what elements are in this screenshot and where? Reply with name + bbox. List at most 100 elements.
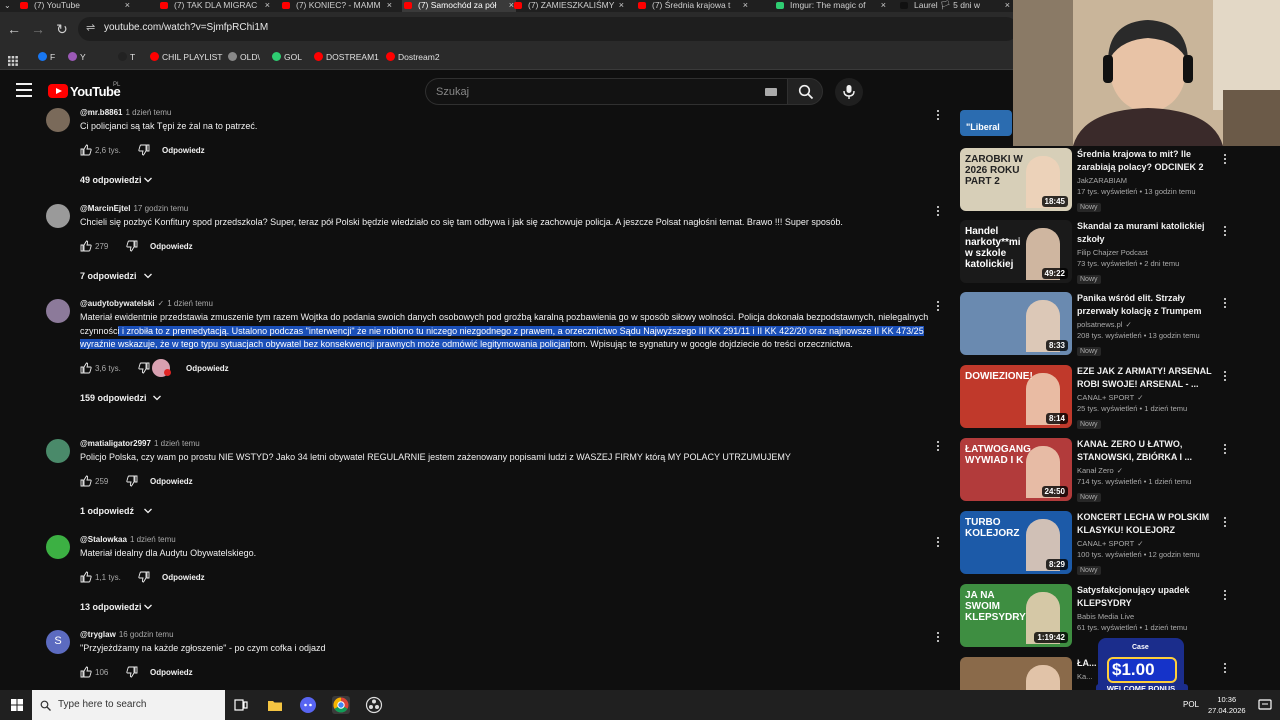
comment-time[interactable]: 1 dzień temu — [130, 535, 176, 544]
apps-grid-icon[interactable] — [8, 53, 18, 66]
related-video-card[interactable]: ŁATWOGANG WYWIAD I K 24:50 KANAŁ ZERO U ŁA… — [958, 438, 1228, 504]
more-options-icon[interactable] — [1222, 515, 1228, 529]
youtube-logo-icon[interactable] — [48, 84, 68, 98]
video-channel[interactable]: CANAL+ SPORT ✓ — [1077, 393, 1217, 402]
search-button[interactable] — [787, 78, 823, 105]
related-video-card[interactable]: DOWIEZIONE! 8:14 EZE JAK Z ARMATY! ARSENAL… — [958, 365, 1228, 431]
close-tab-icon[interactable]: × — [125, 0, 130, 11]
video-thumbnail[interactable]: TURBO KOLEJORZ 8:29 — [960, 511, 1072, 574]
video-title[interactable]: Skandal za murami katolickiej szkoły — [1077, 220, 1217, 246]
close-tab-icon[interactable]: × — [743, 0, 748, 11]
keyboard-icon[interactable] — [765, 88, 777, 96]
video-channel[interactable]: Babis Media Live — [1077, 612, 1217, 621]
bookmark-item[interactable]: GOL — [272, 52, 302, 62]
comment-author[interactable]: @tryglaw — [80, 630, 116, 639]
video-channel[interactable]: Kanał Zero ✓ — [1077, 466, 1217, 475]
dislike-icon[interactable] — [126, 475, 138, 487]
video-title[interactable]: Satysfakcjonujący upadek KLEPSYDRY — [1077, 584, 1217, 610]
reply-button[interactable]: Odpowiedz — [150, 477, 193, 486]
video-title[interactable]: KANAŁ ZERO U ŁATWO, STANOWSKI, ZBIÓRKA I… — [1077, 438, 1217, 464]
comment-author[interactable]: @mr.b8861 — [80, 108, 123, 117]
avatar[interactable] — [46, 535, 70, 559]
comment-author[interactable]: @MarcinEjtel — [80, 204, 130, 213]
close-tab-icon[interactable]: × — [387, 0, 392, 11]
bookmark-item[interactable]: OLD\ — [228, 52, 260, 62]
close-tab-icon[interactable]: × — [881, 0, 886, 11]
search-box[interactable] — [425, 78, 787, 105]
video-thumbnail[interactable]: ŁATWOGANG WYWIAD I K 24:50 — [960, 438, 1072, 501]
view-replies-button[interactable]: 159 odpowiedzi — [80, 393, 935, 405]
sidebar-chip[interactable]: "Liberal — [960, 110, 1012, 136]
more-options-icon[interactable] — [935, 299, 941, 313]
like-icon[interactable] — [80, 362, 92, 374]
more-options-icon[interactable] — [1222, 369, 1228, 383]
video-thumbnail[interactable]: 8:33 — [960, 292, 1072, 355]
close-tab-icon[interactable]: × — [619, 0, 624, 11]
back-icon[interactable]: ← — [4, 19, 24, 39]
video-channel[interactable]: Filip Chajzer Podcast — [1077, 248, 1217, 257]
reply-button[interactable]: Odpowiedz — [162, 573, 205, 582]
voice-search-button[interactable] — [835, 78, 863, 106]
like-icon[interactable] — [80, 144, 92, 156]
bookmark-item[interactable]: Dostream2 — [386, 52, 440, 62]
task-view-icon[interactable] — [232, 696, 250, 714]
comment-author[interactable]: @audytobywatelski — [80, 299, 155, 308]
bookmark-item[interactable]: T — [118, 52, 135, 62]
more-options-icon[interactable] — [1222, 661, 1228, 675]
address-bar[interactable]: ⇌ youtube.com/watch?v=SjmfpRChi1M — [78, 17, 1018, 41]
more-options-icon[interactable] — [935, 108, 941, 122]
language-indicator[interactable]: POL — [1183, 700, 1199, 709]
dislike-icon[interactable] — [138, 144, 150, 156]
comment-time[interactable]: 1 dzień temu — [126, 108, 172, 117]
chrome-icon[interactable] — [332, 696, 350, 714]
browser-tab[interactable]: (7) KONIEC? - MAMM × — [280, 0, 394, 12]
dislike-icon[interactable] — [126, 666, 138, 678]
bookmark-item[interactable]: Y — [68, 52, 86, 62]
related-video-card[interactable]: TURBO KOLEJORZ 8:29 KONCERT LECHA W POLSKI… — [958, 511, 1228, 577]
reload-icon[interactable]: ↻ — [52, 19, 72, 39]
comment-time[interactable]: 1 dzień temu — [167, 299, 213, 308]
view-replies-button[interactable]: 49 odpowiedzi — [80, 175, 935, 187]
browser-tab[interactable]: (7) TAK DLA MIGRAC × — [158, 0, 272, 12]
like-icon[interactable] — [80, 571, 92, 583]
video-channel[interactable]: CANAL+ SPORT ✓ — [1077, 539, 1217, 548]
site-info-icon[interactable]: ⇌ — [86, 21, 95, 34]
more-options-icon[interactable] — [1222, 442, 1228, 456]
like-icon[interactable] — [80, 240, 92, 252]
more-options-icon[interactable] — [935, 535, 941, 549]
video-thumbnail[interactable]: DOWIEZIONE! 8:14 — [960, 365, 1072, 428]
avatar[interactable] — [46, 439, 70, 463]
taskbar-search[interactable]: Type here to search — [32, 690, 225, 720]
bookmark-item[interactable]: F — [38, 52, 55, 62]
video-title[interactable]: Średnia krajowa to mit? Ile zarabiają po… — [1077, 148, 1217, 174]
dislike-icon[interactable] — [126, 240, 138, 252]
related-video-card[interactable]: Handel narkoty**mi w szkole katolickiej 4… — [958, 220, 1228, 286]
video-thumbnail[interactable]: ZAROBKI W 2026 ROKU PART 2 18:45 — [960, 148, 1072, 211]
comment-author[interactable]: @Stalowkaa — [80, 535, 127, 544]
comment-time[interactable]: 16 godzin temu — [119, 630, 174, 639]
like-icon[interactable] — [80, 666, 92, 678]
view-replies-button[interactable]: 1 odpowiedź — [80, 506, 935, 518]
video-title[interactable]: KONCERT LECHA W POLSKIM KLASYKU! KOLEJOR… — [1077, 511, 1217, 537]
avatar[interactable] — [46, 108, 70, 132]
bookmark-item[interactable]: CHIL PLAYLIST — [150, 52, 222, 62]
avatar[interactable] — [46, 204, 70, 228]
video-title[interactable]: Panika wśród elit. Strzały przerwały kol… — [1077, 292, 1217, 318]
dislike-icon[interactable] — [138, 362, 150, 374]
obs-icon[interactable] — [365, 696, 383, 714]
more-options-icon[interactable] — [935, 630, 941, 644]
video-thumbnail[interactable]: Handel narkoty**mi w szkole katolickiej 4… — [960, 220, 1072, 283]
view-replies-button[interactable]: 13 odpowiedzi — [80, 602, 935, 614]
browser-tab[interactable]: Laurel 🏳 5 dni w × — [898, 0, 1012, 12]
comment-time[interactable]: 17 godzin temu — [133, 204, 188, 213]
more-options-icon[interactable] — [1222, 224, 1228, 238]
view-replies-button[interactable]: 7 odpowiedzi — [80, 271, 935, 283]
forward-icon[interactable]: → — [28, 19, 48, 39]
dislike-icon[interactable] — [138, 571, 150, 583]
windows-start-icon[interactable] — [11, 699, 23, 711]
browser-tab[interactable]: (7) ZAMIESZKALIŚMY × — [512, 0, 626, 12]
video-thumbnail[interactable]: JA NA SWOIM KLEPSYDRY 1:19:42 — [960, 584, 1072, 647]
reply-button[interactable]: Odpowiedz — [186, 364, 229, 373]
more-options-icon[interactable] — [1222, 152, 1228, 166]
avatar[interactable]: S — [46, 630, 70, 654]
